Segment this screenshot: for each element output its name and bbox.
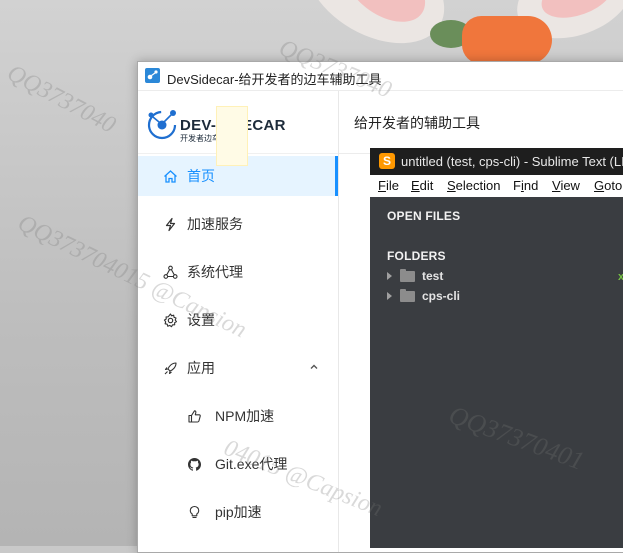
content-title: 给开发者的辅助工具 (354, 115, 480, 131)
sidebar-item-label: 加速服务 (187, 216, 243, 232)
sidebar-item-label: 系统代理 (187, 264, 243, 280)
menu-view[interactable]: View (552, 178, 580, 193)
sublime-window-title: untitled (test, cps-cli) - Sublime Text … (401, 154, 623, 169)
sidebar-item-label: 设置 (187, 312, 215, 328)
sidebar-item-settings[interactable]: 设置 (138, 300, 338, 340)
sidebar-item-label: Git.exe代理 (215, 456, 288, 472)
logo-network-icon (147, 110, 177, 140)
folders-heading: FOLDERS (387, 249, 446, 263)
sublime-app-icon: S (379, 153, 395, 169)
bulb-icon (186, 504, 202, 520)
folder-icon (400, 269, 415, 282)
folder-row-test[interactable]: test (387, 269, 623, 287)
open-files-heading: OPEN FILES (387, 209, 461, 223)
notice-banner (216, 106, 248, 166)
sidebar-item-system-proxy[interactable]: 系统代理 (138, 252, 338, 292)
close-icon[interactable]: x (618, 271, 623, 283)
share-nodes-icon (162, 264, 178, 280)
content-header: 给开发者的辅助工具 (339, 91, 623, 154)
folder-name: cps-cli (422, 289, 461, 303)
sidebar-item-label: NPM加速 (215, 408, 275, 424)
sidebar-item-pip[interactable]: pip加速 (138, 492, 338, 532)
sidebar-item-npm[interactable]: NPM加速 (138, 396, 338, 436)
wallpaper-carrot (462, 16, 552, 64)
sidebar-item-label: pip加速 (215, 504, 262, 520)
sidebar-item-apps[interactable]: 应用 (138, 348, 338, 388)
home-icon (162, 168, 178, 184)
thumbs-up-icon (186, 408, 202, 424)
chevron-up-icon[interactable] (309, 362, 319, 372)
expand-arrow-icon[interactable] (387, 292, 392, 300)
sublime-sidebar: OPEN FILES FOLDERS test cps-cli (370, 197, 623, 548)
expand-arrow-icon[interactable] (387, 272, 392, 280)
lightning-icon (162, 216, 178, 232)
sublime-titlebar[interactable]: S untitled (test, cps-cli) - Sublime Tex… (370, 148, 623, 175)
folder-icon (400, 289, 415, 302)
menu-find[interactable]: Find (513, 178, 538, 193)
sidebar-item-label: 应用 (187, 360, 215, 376)
sidebar-item-label: 首页 (187, 168, 215, 184)
folder-name: test (422, 269, 444, 283)
menu-file[interactable]: File (378, 178, 399, 193)
devsidecar-titlebar[interactable]: DevSidecar-给开发者的边车辅助工具 (138, 62, 623, 91)
logo-subtitle: 开发者边车 (180, 134, 220, 143)
gear-icon (162, 312, 178, 328)
rocket-icon (162, 360, 178, 376)
sidebar-item-git[interactable]: Git.exe代理 (138, 444, 338, 484)
sidebar-item-acceleration[interactable]: 加速服务 (138, 204, 338, 244)
sublime-menubar: File Edit Selection Find View Goto (370, 175, 623, 197)
devsidecar-window-title: DevSidecar-给开发者的边车辅助工具 (167, 72, 382, 87)
menu-selection[interactable]: Selection (447, 178, 500, 193)
devsidecar-app-icon (145, 68, 160, 83)
sublime-window[interactable]: S untitled (test, cps-cli) - Sublime Tex… (370, 148, 623, 548)
folder-row-cps-cli[interactable]: cps-cli (387, 289, 623, 307)
github-icon (186, 456, 202, 472)
menu-goto[interactable]: Goto (594, 178, 622, 193)
menu-edit[interactable]: Edit (411, 178, 433, 193)
